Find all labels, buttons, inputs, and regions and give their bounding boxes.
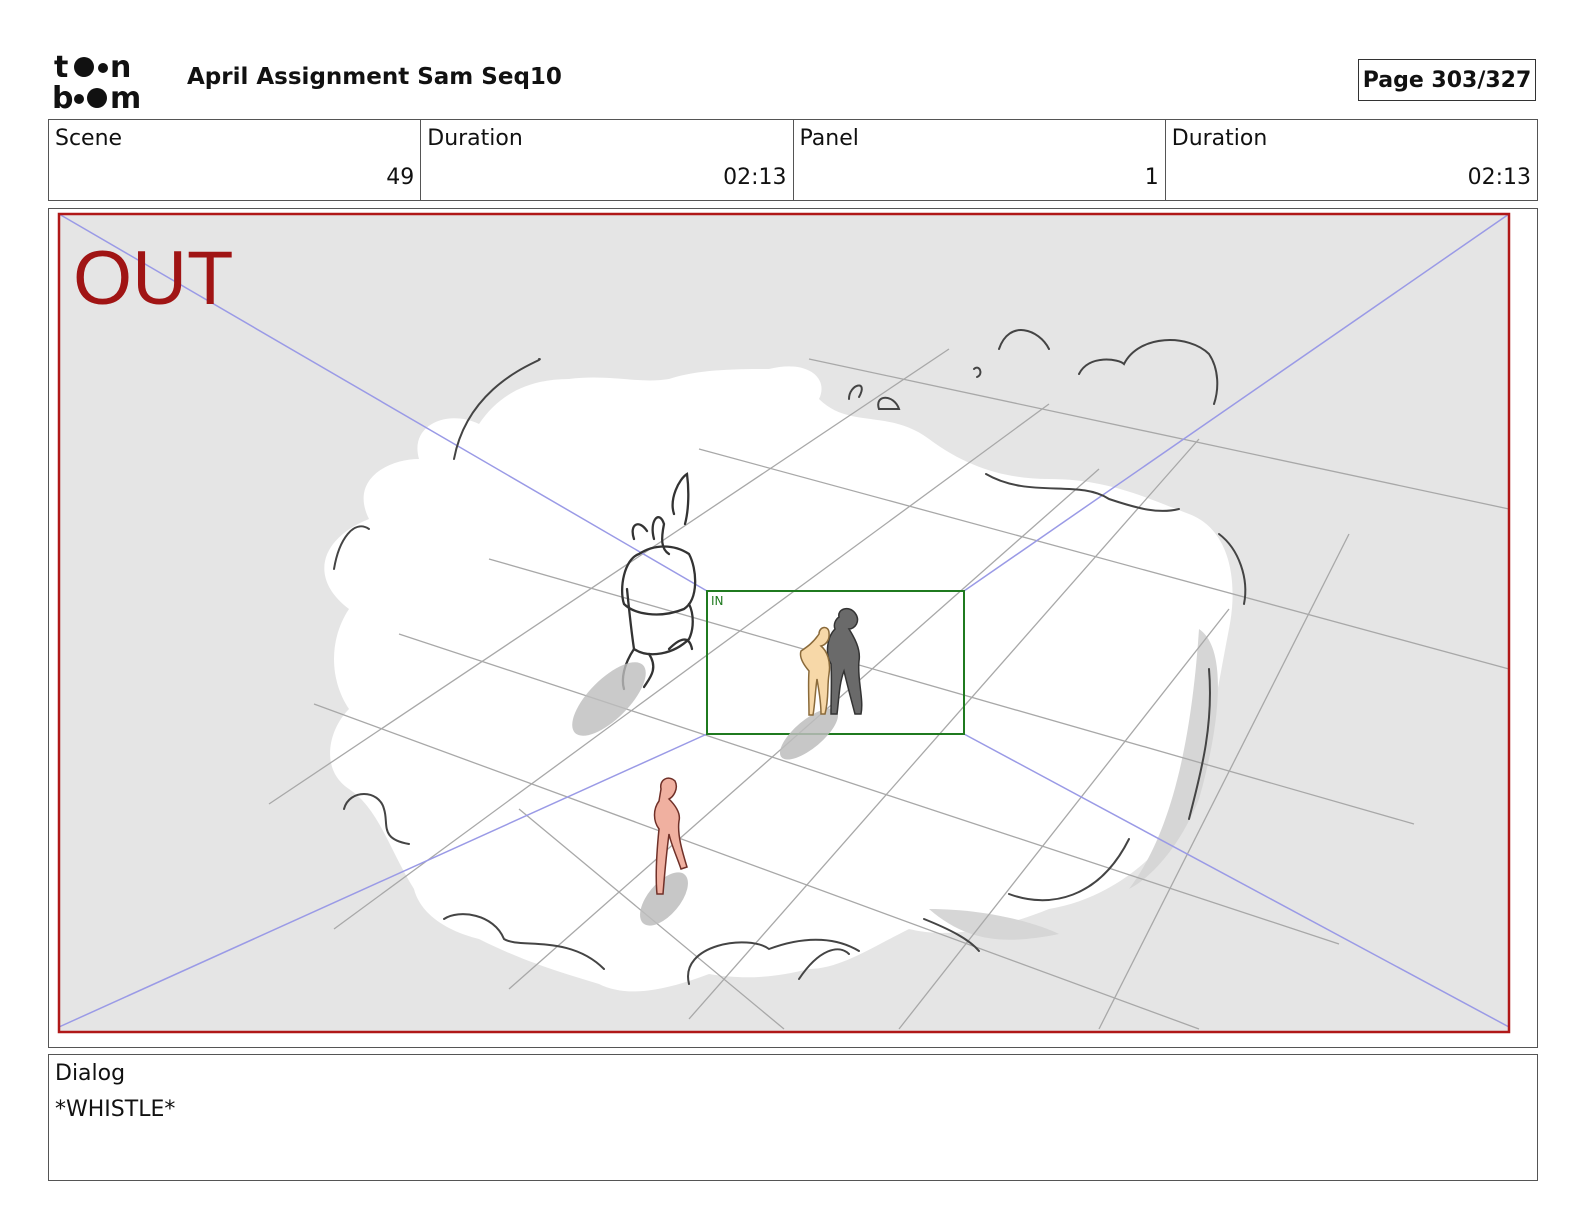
panel-cell: Panel 1 — [794, 120, 1166, 200]
panel-duration-label: Duration — [1171, 126, 1268, 151]
svg-text:n: n — [110, 50, 131, 85]
storyboard-panel: IN OUT — [48, 208, 1538, 1048]
scene-duration-cell: Duration 02:13 — [421, 120, 794, 200]
page-indicator: Page 303/327 — [1358, 59, 1536, 101]
svg-text:b: b — [52, 81, 73, 112]
panel-label: Panel — [799, 126, 859, 151]
panel-duration-cell: Duration 02:13 — [1166, 120, 1537, 200]
dialog-text: *WHISTLE* — [55, 1097, 176, 1122]
panel-drawing: IN OUT — [49, 209, 1537, 1047]
in-frame-label: IN — [711, 594, 724, 608]
svg-text:m: m — [110, 81, 141, 112]
out-frame-label: OUT — [73, 236, 233, 321]
scene-label: Scene — [55, 126, 123, 151]
scene-duration-label: Duration — [427, 126, 523, 151]
document-title: April Assignment Sam Seq10 — [187, 64, 562, 90]
scene-value: 49 — [386, 165, 415, 190]
panel-duration-value: 02:13 — [1467, 165, 1531, 190]
toon-boom-logo: t n b m — [52, 50, 141, 112]
dialog-label: Dialog — [55, 1061, 126, 1086]
svg-text:t: t — [54, 50, 68, 85]
dialog-box: Dialog *WHISTLE* — [48, 1054, 1538, 1181]
panel-value: 1 — [1144, 165, 1159, 190]
scene-cell: Scene 49 — [49, 120, 422, 200]
scene-duration-value: 02:13 — [723, 165, 787, 190]
scene-info-table: Scene 49 Duration 02:13 Panel 1 Duration… — [48, 119, 1538, 201]
